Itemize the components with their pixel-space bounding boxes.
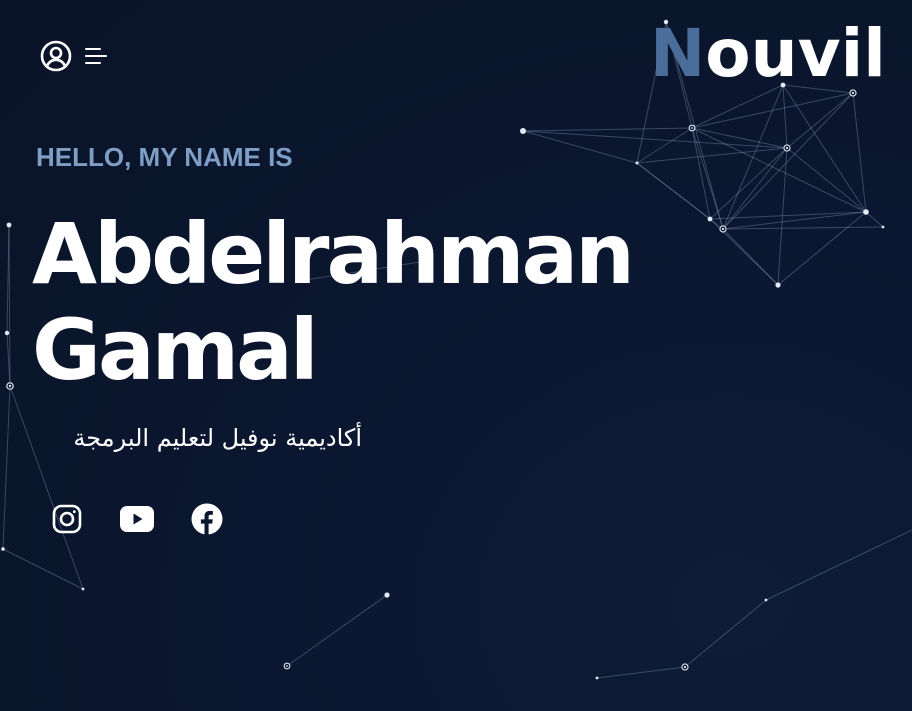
instagram-icon [52, 504, 82, 534]
logo-first-letter: N [650, 15, 706, 92]
hero-greeting: HELLO, MY NAME IS [36, 142, 293, 172]
hero-subtitle: أكاديمية نوفيل لتعليم البرمجة [73, 424, 362, 452]
instagram-link[interactable] [50, 502, 84, 536]
youtube-link[interactable] [120, 502, 154, 536]
hero-name: Abdelrahman Gamal [32, 205, 635, 399]
hero-name-line2: Gamal [32, 301, 319, 399]
youtube-icon [120, 506, 154, 532]
header-icon-group [40, 40, 108, 72]
hero-name-line1: Abdelrahman [32, 205, 635, 303]
menu-lines-icon[interactable] [84, 45, 108, 67]
logo-rest-text: ouvil [705, 15, 886, 92]
site-logo[interactable]: Nouvil [650, 12, 886, 96]
facebook-link[interactable] [190, 502, 224, 536]
facebook-icon [191, 503, 223, 535]
social-links [50, 502, 224, 536]
user-circle-icon[interactable] [40, 40, 72, 72]
